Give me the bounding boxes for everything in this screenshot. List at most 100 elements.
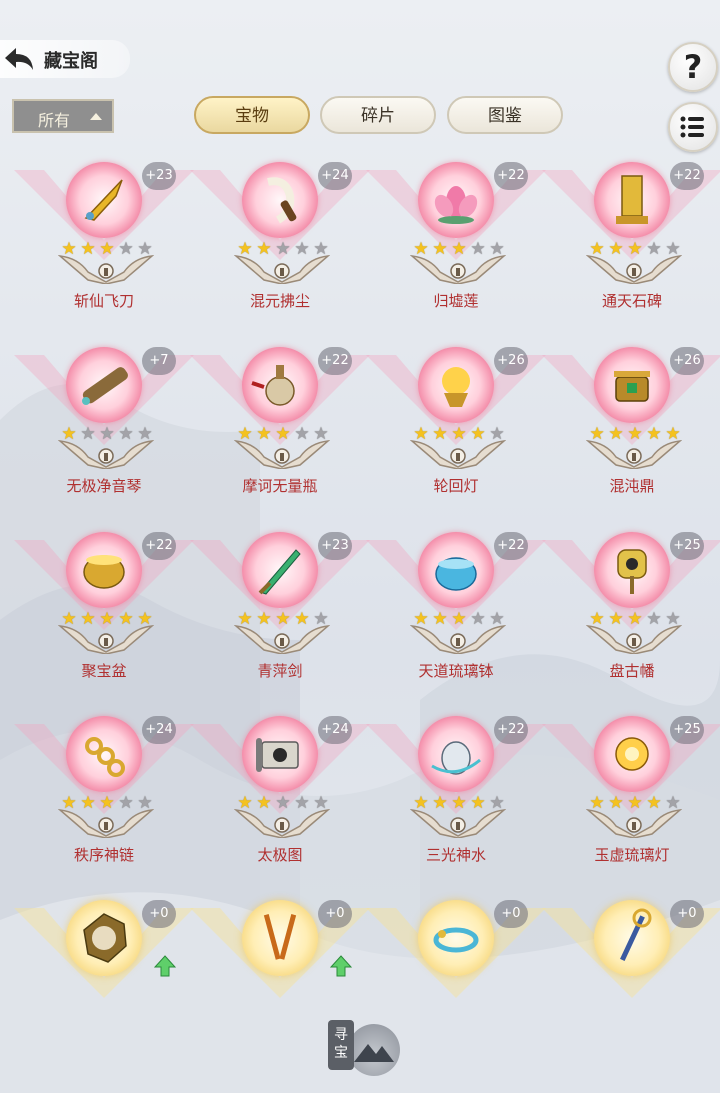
level-badge: +7 [142,347,176,375]
page-title: 藏宝阁 [44,51,98,72]
level-badge: +22 [670,162,704,190]
treasure-card[interactable]: +24 ★ ★ ★ ★ ★ 混元拂尘 [190,162,370,342]
treasure-orb [242,532,318,608]
level-badge: +0 [318,900,352,928]
treasure-orb [66,716,142,792]
treasure-name: 盘古幡 [609,662,655,680]
treasure-orb [66,347,142,423]
treasure-card[interactable]: +23 ★ ★ ★ ★ ★ 青萍剑 [190,532,370,712]
stone-tablet-icon [616,175,648,224]
treasure-card[interactable]: +22 ★ ★ ★ ★ ★ 通天石碑 [542,162,720,342]
treasure-orb [66,532,142,608]
level-badge: +22 [494,716,528,744]
upgrade-arrow-icon [330,955,352,977]
treasure-bowl-icon [83,555,125,589]
ornament-base [234,625,330,654]
level-badge: +0 [142,900,176,928]
level-badge: +24 [318,716,352,744]
level-badge: +24 [142,716,176,744]
treasure-card[interactable]: +24 ★ ★ ★ ★ ★ 太极图 [190,716,370,896]
ornament-base [586,255,682,284]
scroll-icon [256,738,299,772]
ornament-base [234,255,330,284]
treasure-orb [242,162,318,238]
glass-bowl-icon [435,557,477,591]
bracelet-icon [433,927,479,953]
back-button[interactable] [2,42,36,76]
treasure-orb [594,532,670,608]
treasure-name: 通天石碑 [601,292,662,310]
treasure-card[interactable]: +25 ★ ★ ★ ★ ★ 玉虚琉璃灯 [542,716,720,896]
level-badge: +23 [142,162,176,190]
ornament-base [410,440,506,469]
treasure-orb [418,900,494,976]
treasure-name: 天道琉璃钵 [418,662,494,680]
tab-codex[interactable]: 图鉴 [447,96,563,134]
back-arrow-icon [5,48,33,70]
staff-icon [620,908,652,962]
ornament-base [58,809,154,838]
treasure-hunt-button[interactable]: 寻 宝 [328,1020,404,1076]
ornament-base [410,625,506,654]
whisk-icon [267,177,297,224]
level-badge: +22 [142,532,176,560]
treasure-hunt-label: 寻 宝 [328,1020,354,1070]
treasure-hunt-label-2: 宝 [334,1045,348,1061]
filter-dropdown[interactable]: 所有 [12,99,114,133]
tab-fragments[interactable]: 碎片 [320,96,436,134]
treasure-name: 太极图 [257,846,303,864]
treasure-card[interactable]: +22 ★ ★ ★ ★ ★ 摩诃无量瓶 [190,347,370,527]
caret-up-icon [90,113,102,120]
zither-icon [82,367,128,405]
treasure-orb [418,716,494,792]
ornament-base [234,440,330,469]
treasure-card[interactable]: +24 ★ ★ ★ ★ ★ 秩序神链 [14,716,194,896]
tab-treasures[interactable]: 宝物 [194,96,310,134]
treasure-orb [66,162,142,238]
treasure-name: 归墟莲 [433,292,479,310]
treasure-card[interactable]: +22 ★ ★ ★ ★ ★ 天道琉璃钵 [366,532,546,712]
menu-button[interactable] [668,102,718,152]
lamp-icon [442,367,470,407]
filter-label: 所有 [38,111,71,130]
treasure-card[interactable]: +7 ★ ★ ★ ★ ★ 无极净音琴 [14,347,194,527]
list-icon [680,116,704,138]
treasure-name: 青萍剑 [257,662,303,680]
treasure-orb [242,347,318,423]
treasure-orb [66,900,142,976]
treasure-card[interactable]: +26 ★ ★ ★ ★ ★ 混沌鼎 [542,347,720,527]
level-badge: +26 [494,347,528,375]
treasure-card[interactable]: +26 ★ ★ ★ ★ ★ 轮回灯 [366,347,546,527]
ornament-base [586,625,682,654]
treasure-orb [242,900,318,976]
treasure-card[interactable]: +23 ★ ★ ★ ★ ★ 斩仙飞刀 [14,162,194,342]
level-badge: +22 [494,532,528,560]
help-button[interactable]: ? [668,42,718,92]
treasure-card[interactable]: +22 ★ ★ ★ ★ ★ 三光神水 [366,716,546,896]
jade-lamp-icon [615,737,649,771]
level-badge: +0 [670,900,704,928]
treasure-name: 混沌鼎 [609,477,655,495]
treasure-name: 无极净音琴 [66,477,142,495]
treasure-orb [594,162,670,238]
lotus-icon [434,186,478,224]
level-badge: +22 [318,347,352,375]
treasure-name: 玉虚琉璃灯 [594,846,670,864]
chain-icon [85,737,125,777]
treasure-orb [418,532,494,608]
level-badge: +25 [670,532,704,560]
treasure-card[interactable]: +0 [542,900,720,1080]
treasure-card[interactable]: +0 [14,900,194,1080]
treasure-name: 秩序神链 [73,846,134,864]
mountain-emblem-icon [348,1024,400,1076]
treasure-card[interactable]: +25 ★ ★ ★ ★ ★ 盘古幡 [542,532,720,712]
ornament-base [58,440,154,469]
treasure-card[interactable]: +22 ★ ★ ★ ★ ★ 聚宝盆 [14,532,194,712]
treasure-orb [242,716,318,792]
ornament-base [586,440,682,469]
mirror-icon [83,913,127,963]
treasure-orb [594,347,670,423]
treasure-name: 混元拂尘 [249,292,310,310]
treasure-card[interactable]: +22 ★ ★ ★ ★ ★ 归墟莲 [366,162,546,342]
twin-swords-icon [263,914,297,960]
